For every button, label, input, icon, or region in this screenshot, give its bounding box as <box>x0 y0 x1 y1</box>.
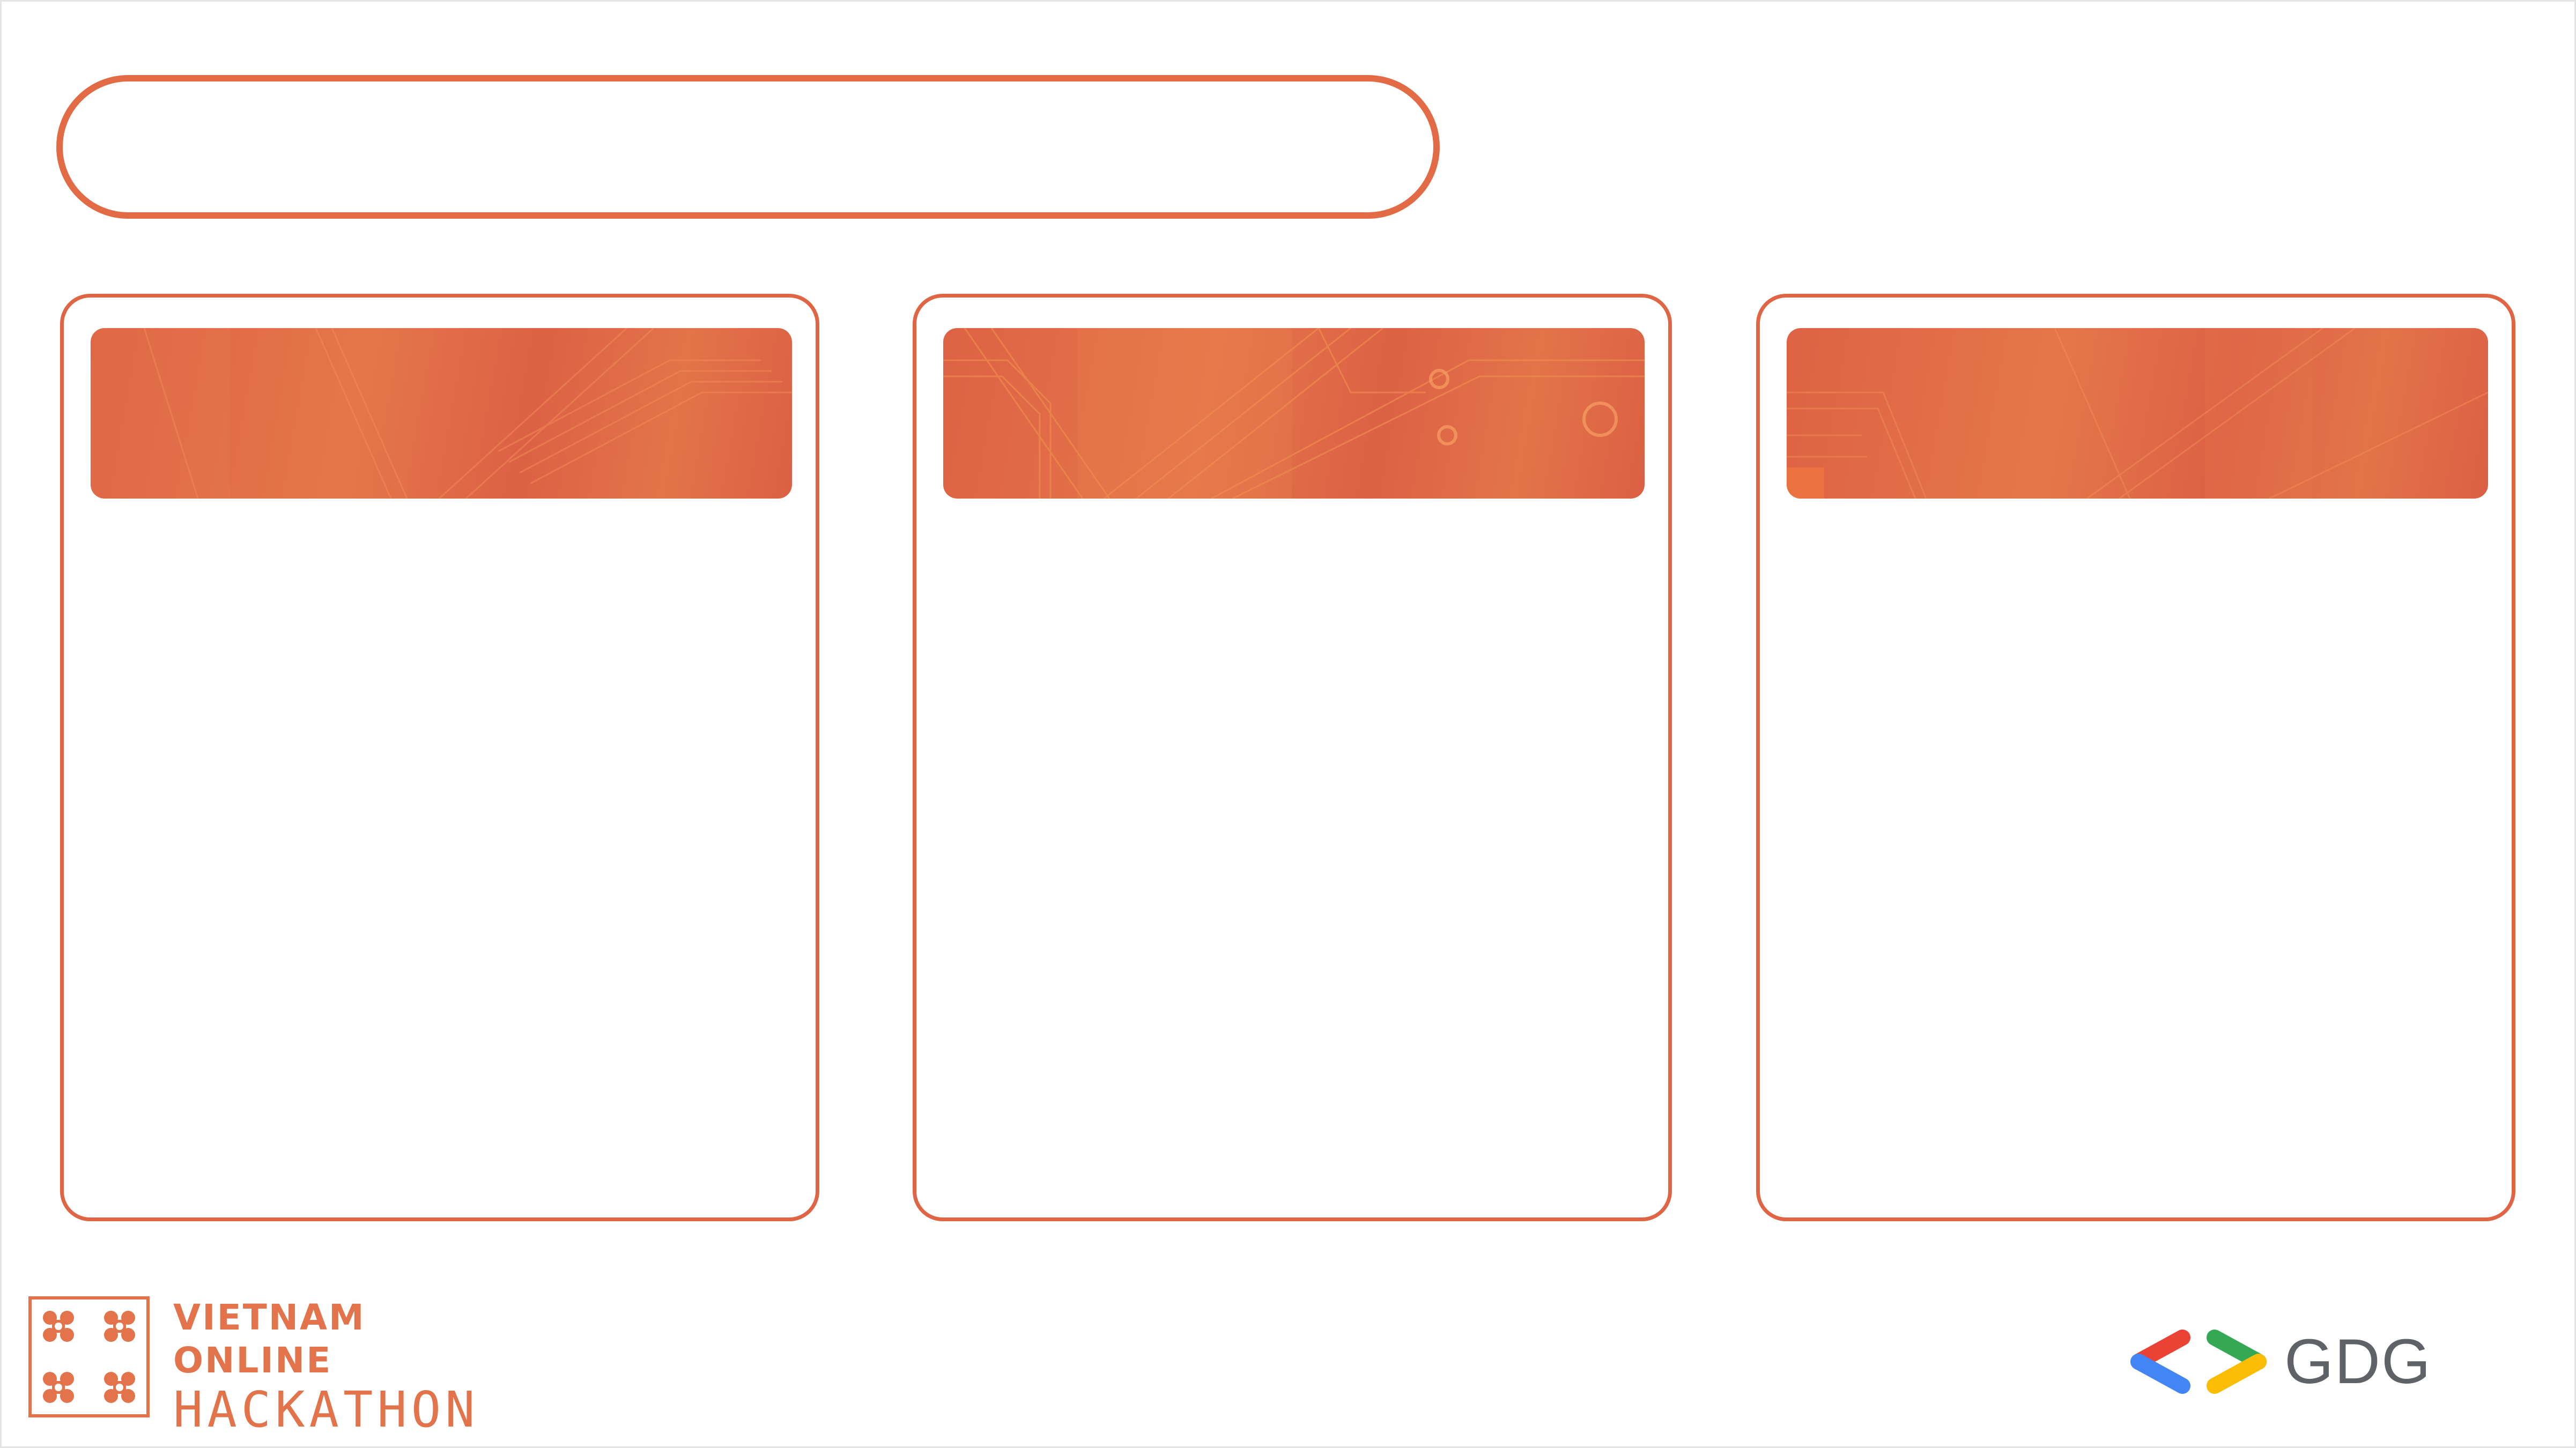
circuit-pattern-icon <box>943 328 1645 499</box>
circuit-pattern-icon <box>1787 328 2488 499</box>
card-header-banner <box>943 328 1645 499</box>
title-placeholder-pill <box>56 75 1440 219</box>
content-card-2 <box>913 294 1672 1221</box>
logo-line-vietnam: VIETNAM <box>173 1297 366 1338</box>
grid-of-dots-logo-icon <box>28 1296 150 1417</box>
content-card-3 <box>1756 294 2515 1221</box>
chevron-brackets-icon <box>2130 1330 2267 1394</box>
hackathon-wordmark: VIETNAM ONLINE HACKATHON <box>173 1296 479 1436</box>
vietnam-online-hackathon-logo: VIETNAM ONLINE HACKATHON <box>28 1296 511 1436</box>
card-header-banner <box>91 328 792 499</box>
logo-line-online: ONLINE <box>173 1340 332 1381</box>
logo-line-hackathon: HACKATHON <box>173 1381 479 1438</box>
gdg-wordmark: GDG <box>2284 1326 2432 1397</box>
content-card-1 <box>60 294 819 1221</box>
gdg-logo: GDG <box>2123 1324 2440 1399</box>
circuit-pattern-icon <box>91 328 792 499</box>
card-header-banner <box>1787 328 2488 499</box>
